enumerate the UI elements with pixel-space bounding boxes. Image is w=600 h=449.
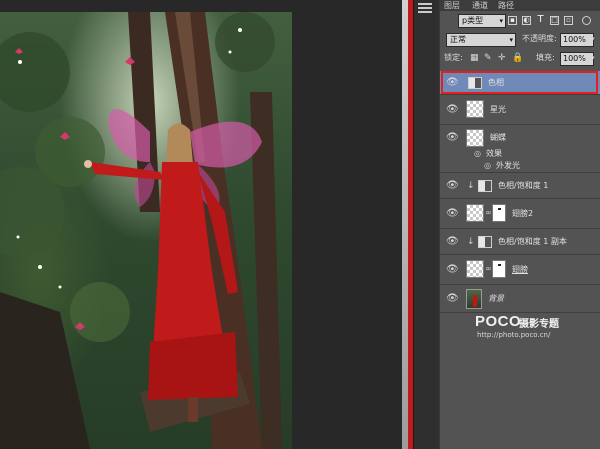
layer-mask-thumbnail[interactable] [492, 260, 506, 278]
layer-name[interactable]: 星光 [490, 104, 506, 116]
adjustment-filter-icon[interactable]: ◐ [522, 16, 531, 25]
filter-toggle-icon[interactable] [582, 16, 591, 25]
layer-thumbnail [466, 204, 484, 222]
watermark: POCO 摄影专题 http://photo.poco.cn/ [475, 313, 595, 343]
link-icon[interactable]: ∞ [485, 260, 492, 278]
layer-name[interactable]: 色相/饱和度 1 副本 [498, 236, 567, 248]
layer-row-hue-sat-1[interactable]: 👁 ↓ 色相/饱和度 1 [440, 173, 600, 199]
eye-icon[interactable]: 👁 [446, 104, 459, 116]
clip-arrow-icon: ↓ [467, 181, 475, 191]
shape-filter-icon[interactable]: □ [550, 16, 559, 25]
layer-row-hue-sat-1-copy[interactable]: 👁 ↓ 色相/饱和度 1 副本 [440, 229, 600, 255]
layer-row-background[interactable]: 👁 背景 [440, 285, 600, 313]
layer-mask-thumbnail[interactable] [492, 204, 506, 222]
layer-name[interactable]: 翅膀 [512, 264, 528, 276]
panel-menu-icon[interactable] [418, 3, 432, 15]
layer-name[interactable]: 色相/饱和度 1 [498, 180, 548, 192]
clip-arrow-icon: ↓ [467, 237, 475, 247]
layer-row-starlight[interactable]: 👁 星光 [440, 95, 600, 125]
type-filter-icon[interactable]: T [536, 15, 545, 25]
lock-transparent-icon[interactable]: ▦ [470, 54, 479, 63]
blend-mode-value: 正常 [450, 35, 466, 44]
watermark-title: 摄影专题 [519, 319, 559, 330]
eye-icon[interactable]: 👁 [446, 236, 459, 248]
highlight-box [441, 71, 598, 94]
chevron-down-icon: ▾ [499, 17, 503, 25]
opacity-input[interactable]: 100% [560, 33, 594, 47]
layer-name[interactable]: 背景 [488, 293, 504, 305]
eye-icon[interactable]: 👁 [446, 293, 459, 305]
document-canvas[interactable] [0, 0, 408, 449]
chevron-down-icon[interactable]: ▾ [591, 32, 595, 46]
layer-name[interactable]: 翅膀2 [512, 208, 533, 220]
fill-label: 填充: [536, 53, 555, 62]
background-thumbnail [466, 289, 482, 309]
lock-all-icon[interactable]: 🔒 [512, 54, 523, 63]
tab-channels[interactable]: 通道 [472, 0, 488, 11]
tab-paths[interactable]: 路径 [498, 0, 514, 11]
fill-input[interactable]: 100% [560, 52, 594, 66]
panel-tabs: 图层 通道 路径 [440, 0, 600, 11]
lock-position-icon[interactable]: ✛ [498, 54, 507, 63]
chevron-down-icon[interactable]: ▾ [591, 51, 595, 65]
eye-icon[interactable]: 👁 [446, 208, 459, 220]
watermark-brand: POCO [475, 313, 522, 330]
lock-row: 锁定: ▦ ✎ ✛ 🔒 填充: 100% ▾ [440, 51, 600, 66]
layer-row-wings-2[interactable]: 👁 ∞ 翅膀2 [440, 199, 600, 229]
effect-outer-glow[interactable]: 外发光 [496, 159, 520, 172]
opacity-label: 不透明度: [522, 34, 557, 43]
eye-icon[interactable]: 👁 [446, 180, 459, 192]
layer-thumbnail [466, 260, 484, 278]
fill-value: 100% [563, 54, 586, 63]
filter-kind-label: p类型 [462, 16, 484, 25]
lock-label: 锁定: [444, 53, 463, 62]
layer-row-wings[interactable]: 👁 ∞ 翅膀 [440, 255, 600, 285]
chevron-down-icon: ▾ [509, 36, 513, 44]
fairy-photo[interactable] [0, 12, 292, 449]
eye-icon[interactable]: 👁 [446, 264, 459, 276]
layer-thumbnail [466, 129, 484, 147]
blend-row: 正常 ▾ 不透明度: 100% ▾ [440, 31, 600, 47]
effect-eye-icon[interactable]: ◎ [484, 159, 491, 172]
filter-kind-select[interactable]: p类型 ▾ [458, 14, 506, 28]
blend-mode-select[interactable]: 正常 ▾ [446, 33, 516, 47]
tab-layers[interactable]: 图层 [444, 0, 460, 11]
photo-illustration [0, 12, 282, 449]
adjustment-layer-icon [478, 236, 492, 248]
layer-filter-row: p类型 ▾ ▪ ◐ T □ ▫ [440, 12, 600, 28]
layer-name[interactable]: 蝴蝶 [490, 132, 506, 144]
link-icon[interactable]: ∞ [485, 204, 492, 222]
watermark-url: http://photo.poco.cn/ [477, 331, 551, 339]
lock-image-icon[interactable]: ✎ [484, 54, 493, 63]
layer-thumbnail [466, 100, 484, 118]
effects-eye-icon[interactable]: ◎ [474, 147, 481, 160]
smartobject-filter-icon[interactable]: ▫ [564, 16, 573, 25]
layers-panel: 图层 通道 路径 p类型 ▾ ▪ ◐ T □ ▫ 正常 ▾ 不透明度: 100% ▾… [440, 0, 600, 449]
layers-list: 👁 色相 👁 星光 👁 蝴蝶 ◎ 效果 ◎ 外发光 👁 ↓ 色相/饱和度 1 👁… [440, 69, 600, 449]
eye-icon[interactable]: 👁 [446, 132, 459, 144]
adjustment-layer-icon [478, 180, 492, 192]
opacity-value: 100% [563, 35, 586, 44]
pixel-filter-icon[interactable]: ▪ [508, 16, 517, 25]
panel-dock-strip [413, 0, 439, 449]
layer-row-butterfly[interactable]: 👁 蝴蝶 ◎ 效果 ◎ 外发光 [440, 125, 600, 173]
